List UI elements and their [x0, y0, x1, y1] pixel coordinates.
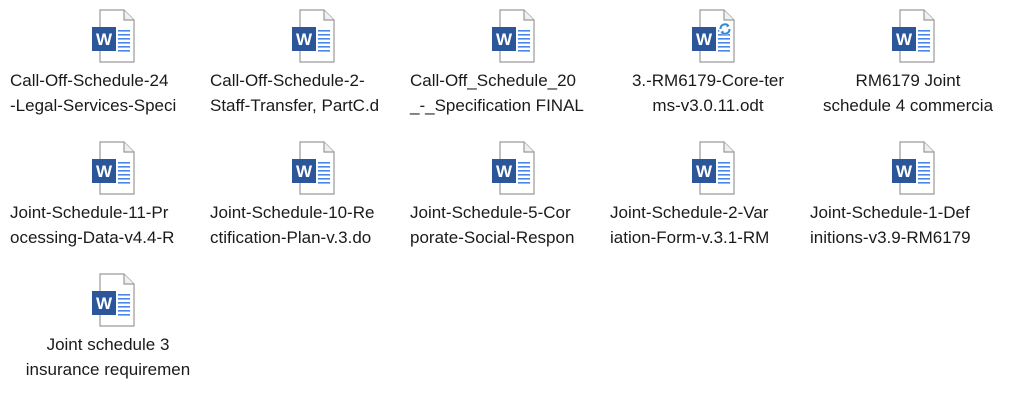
- file-name: 3.-RM6179-Core-ter ms-v3.0.11.odt: [608, 68, 808, 120]
- file-item[interactable]: W Call-Off_Schedule_20 _-_Specification FI…: [408, 0, 608, 124]
- file-name-line-1: Joint-Schedule-1-Def: [810, 203, 970, 222]
- svg-text:W: W: [496, 30, 513, 49]
- file-item[interactable]: W 3.-RM6179-Core-ter ms-v3.0.11.odt: [608, 0, 808, 124]
- word-document-icon: W: [488, 140, 538, 196]
- file-name-line-2: Staff-Transfer, PartC.d: [210, 96, 380, 115]
- file-item[interactable]: W Joint-Schedule-11-Pr ocessing-Data-v4.4-…: [8, 132, 208, 256]
- file-name: Call-Off-Schedule-24 -Legal-Services-Spec…: [8, 68, 208, 120]
- word-document-icon: W: [888, 8, 938, 64]
- word-document-icon: W: [288, 140, 338, 196]
- file-name-line-1: Joint-Schedule-10-Re: [210, 203, 375, 222]
- file-item[interactable]: W Joint-Schedule-2-Var iation-Form-v.3.1-R…: [608, 132, 808, 256]
- file-item[interactable]: W RM6179 Joint schedule 4 commercia: [808, 0, 1008, 124]
- file-name: Joint-Schedule-10-Re ctification-Plan-v.3…: [208, 200, 408, 252]
- file-name-line-1: Joint-Schedule-2-Var: [610, 203, 769, 222]
- file-name-line-1: Call-Off-Schedule-24: [10, 71, 169, 90]
- word-document-icon: W: [88, 140, 138, 196]
- file-name-line-1: Call-Off_Schedule_20: [410, 71, 577, 90]
- file-name: Joint-Schedule-1-Def initions-v3.9-RM6179: [808, 200, 1008, 252]
- file-name: Call-Off-Schedule-2- Staff-Transfer, Part…: [208, 68, 408, 120]
- svg-text:W: W: [96, 30, 113, 49]
- file-name: Joint-Schedule-5-Cor porate-Social-Respon: [408, 200, 608, 252]
- file-item[interactable]: W Call-Off-Schedule-24 -Legal-Services-Spe…: [8, 0, 208, 124]
- file-name-line-2: insurance requiremen: [25, 360, 191, 379]
- file-name-line-2: ms-v3.0.11.odt: [652, 96, 764, 115]
- file-grid: W Call-Off-Schedule-24 -Legal-Services-Spe…: [0, 0, 1020, 403]
- file-item[interactable]: W Call-Off-Schedule-2- Staff-Transfer, Par…: [208, 0, 408, 124]
- file-name-line-2: -Legal-Services-Speci: [10, 96, 177, 115]
- word-document-icon: W: [488, 8, 538, 64]
- word-document-icon: W: [888, 140, 938, 196]
- file-name-line-1: Joint-Schedule-11-Pr: [10, 203, 169, 222]
- file-name: RM6179 Joint schedule 4 commercia: [808, 68, 1008, 120]
- file-name-line-2: porate-Social-Respon: [410, 228, 575, 247]
- svg-text:W: W: [96, 294, 113, 313]
- file-name-line-1: Call-Off-Schedule-2-: [210, 71, 365, 90]
- file-name-line-1: 3.-RM6179-Core-ter: [631, 71, 785, 90]
- file-name-line-1: RM6179 Joint: [855, 71, 961, 90]
- svg-text:W: W: [296, 162, 313, 181]
- svg-text:W: W: [96, 162, 113, 181]
- file-name-line-2: schedule 4 commercia: [822, 96, 994, 115]
- file-name-line-2: ctification-Plan-v.3.do: [210, 228, 372, 247]
- file-item[interactable]: W Joint-Schedule-5-Cor porate-Social-Respo…: [408, 132, 608, 256]
- file-name-line-2: _-_Specification FINAL: [410, 96, 584, 115]
- file-name-line-2: iation-Form-v.3.1-RM: [610, 228, 770, 247]
- svg-text:W: W: [496, 162, 513, 181]
- file-name: Joint schedule 3 insurance requiremen: [8, 332, 208, 384]
- word-document-icon: W: [88, 272, 138, 328]
- file-name-line-1: Joint schedule 3: [46, 335, 170, 354]
- svg-text:W: W: [696, 30, 713, 49]
- file-item[interactable]: W Joint-Schedule-1-Def initions-v3.9-RM617…: [808, 132, 1008, 256]
- file-name: Joint-Schedule-11-Pr ocessing-Data-v4.4-R: [8, 200, 208, 252]
- word-odt-document-icon: W: [688, 8, 738, 64]
- svg-text:W: W: [696, 162, 713, 181]
- svg-text:W: W: [896, 30, 913, 49]
- word-document-icon: W: [688, 140, 738, 196]
- file-item[interactable]: W Joint schedule 3 insurance requiremen: [8, 264, 208, 388]
- file-name-line-2: initions-v3.9-RM6179: [810, 228, 971, 247]
- word-document-icon: W: [288, 8, 338, 64]
- file-name: Joint-Schedule-2-Var iation-Form-v.3.1-RM: [608, 200, 808, 252]
- file-name-line-2: ocessing-Data-v4.4-R: [10, 228, 175, 247]
- word-document-icon: W: [88, 8, 138, 64]
- file-item[interactable]: W Joint-Schedule-10-Re ctification-Plan-v.…: [208, 132, 408, 256]
- file-name: Call-Off_Schedule_20 _-_Specification FIN…: [408, 68, 608, 120]
- svg-text:W: W: [896, 162, 913, 181]
- svg-text:W: W: [296, 30, 313, 49]
- file-name-line-1: Joint-Schedule-5-Cor: [410, 203, 571, 222]
